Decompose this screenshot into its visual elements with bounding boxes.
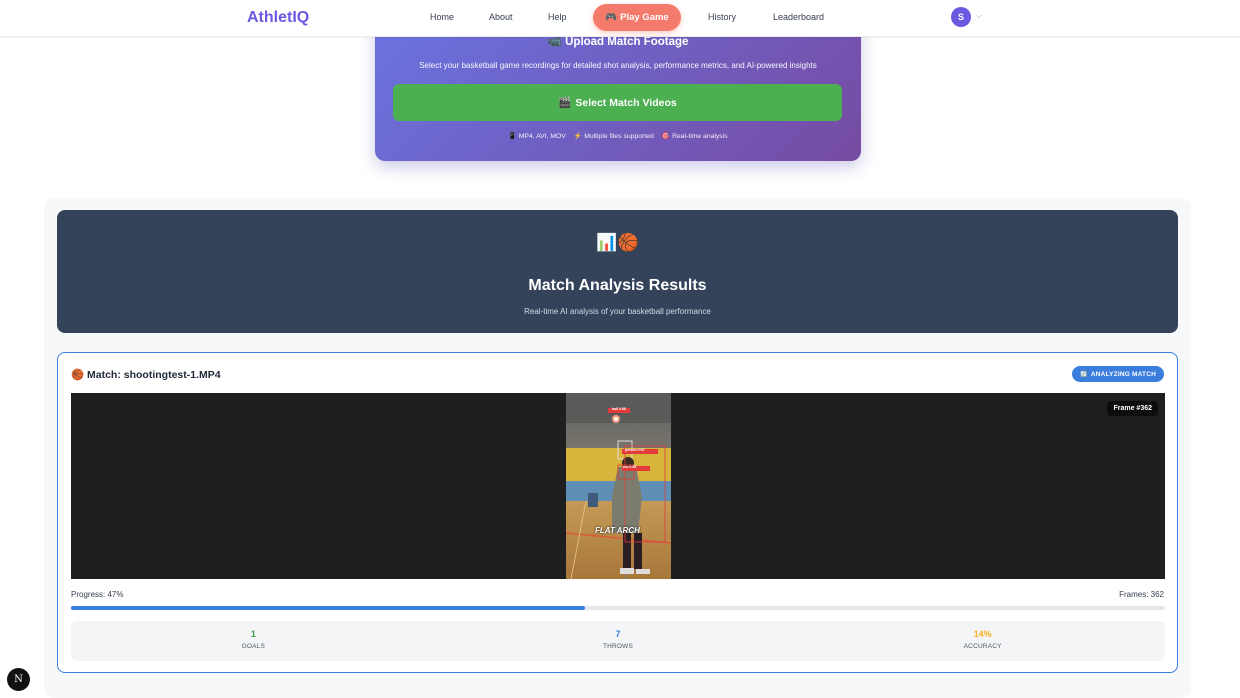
match-title-text: Match: shootingtest-1.MP4: [87, 369, 221, 381]
stats-panel: 1 GOALS 7 THROWS 14% ACCURACY: [71, 621, 1165, 661]
meta-realtime: 🎯 Real-time analysis: [662, 132, 728, 140]
overlay-person-label: person 0.92: [625, 448, 645, 452]
status-badge: 🔄 ANALYZING MATCH: [1072, 366, 1164, 382]
match-card: 🏀 Match: shootingtest-1.MP4 🔄 ANALYZING …: [57, 352, 1178, 673]
user-avatar[interactable]: S: [951, 7, 971, 27]
stat-throws-value: 7: [615, 629, 621, 639]
play-game-label: Play Game: [620, 12, 669, 23]
meta-formats: 📱 MP4, AVI, MOV: [508, 132, 565, 140]
nav-help[interactable]: Help: [548, 12, 567, 22]
results-subtitle: Real-time AI analysis of your basketball…: [524, 307, 711, 316]
video-player[interactable]: ball 0.88 person 0.92 rim 0.85 FLAT ARCH…: [71, 393, 1165, 579]
stat-throws: 7 THROWS: [436, 621, 801, 661]
upload-subtitle: Select your basketball game recordings f…: [419, 61, 817, 70]
results-title: Match Analysis Results: [528, 277, 707, 294]
dev-indicator-badge[interactable]: N: [7, 668, 30, 691]
logo[interactable]: AthletIQ: [247, 9, 309, 27]
stat-goals: 1 GOALS: [71, 621, 436, 661]
select-videos-button[interactable]: 🎬 Select Match Videos: [393, 84, 842, 121]
frames-label: Frames: 362: [1119, 590, 1164, 599]
top-nav: AthletIQ Home About Help 🎮 Play Game His…: [0, 0, 1240, 37]
progress-bar: [71, 606, 1165, 610]
court-scene-image: [566, 393, 671, 579]
gamepad-icon: 🎮: [605, 12, 618, 23]
stat-throws-label: THROWS: [602, 643, 634, 650]
chevron-down-icon[interactable]: ⌵: [976, 11, 982, 21]
results-hero: 📊🏀 Match Analysis Results Real-time AI a…: [57, 210, 1178, 333]
frame-counter-tag: Frame #362: [1107, 401, 1158, 416]
overlay-ball-label: ball 0.88: [612, 407, 626, 411]
stat-accuracy-value: 14%: [973, 629, 992, 639]
target-icon: 🎯: [661, 133, 671, 140]
progress-label: Progress: 47%: [71, 590, 124, 599]
play-game-button[interactable]: 🎮 Play Game: [593, 4, 681, 31]
meta-multiple: ⚡ Multiple files supported: [574, 132, 654, 140]
progress-fill: [71, 606, 586, 610]
match-title: 🏀 Match: shootingtest-1.MP4: [71, 368, 221, 381]
overlay-rim-label: rim 0.85: [623, 465, 637, 469]
status-badge-label: ANALYZING MATCH: [1090, 370, 1156, 378]
upload-meta: 📱 MP4, AVI, MOV ⚡ Multiple files support…: [375, 132, 861, 140]
stat-goals-label: GOALS: [241, 643, 266, 650]
meta-multiple-text: Multiple files supported: [584, 133, 654, 140]
upload-title-text: Upload Match Footage: [565, 36, 689, 48]
chart-basketball-icon: 📊🏀: [596, 233, 639, 252]
stat-accuracy-label: ACCURACY: [963, 643, 1002, 650]
refresh-icon: 🔄: [1080, 371, 1088, 378]
meta-realtime-text: Real-time analysis: [672, 133, 728, 140]
stat-accuracy: 14% ACCURACY: [800, 621, 1165, 661]
lightning-icon: ⚡: [573, 133, 583, 140]
nav-leaderboard[interactable]: Leaderboard: [773, 12, 824, 22]
basketball-icon: 🏀: [71, 369, 85, 381]
camera-icon: 📹: [547, 36, 562, 48]
meta-formats-text: MP4, AVI, MOV: [518, 133, 566, 140]
stat-goals-value: 1: [250, 629, 256, 639]
video-frame: ball 0.88 person 0.92 rim 0.85 FLAT ARCH: [566, 393, 671, 579]
select-videos-label: Select Match Videos: [575, 96, 677, 109]
results-section: 📊🏀 Match Analysis Results Real-time AI a…: [44, 198, 1191, 698]
nav-about[interactable]: About: [489, 12, 513, 22]
flat-arch-label: FLAT ARCH: [595, 526, 640, 535]
phone-icon: 📱: [508, 133, 517, 140]
upload-card: 📹 Upload Match Footage Select your baske…: [375, 20, 861, 161]
nav-history[interactable]: History: [708, 12, 736, 22]
clapper-icon: 🎬: [558, 97, 572, 109]
nav-home[interactable]: Home: [430, 12, 454, 22]
